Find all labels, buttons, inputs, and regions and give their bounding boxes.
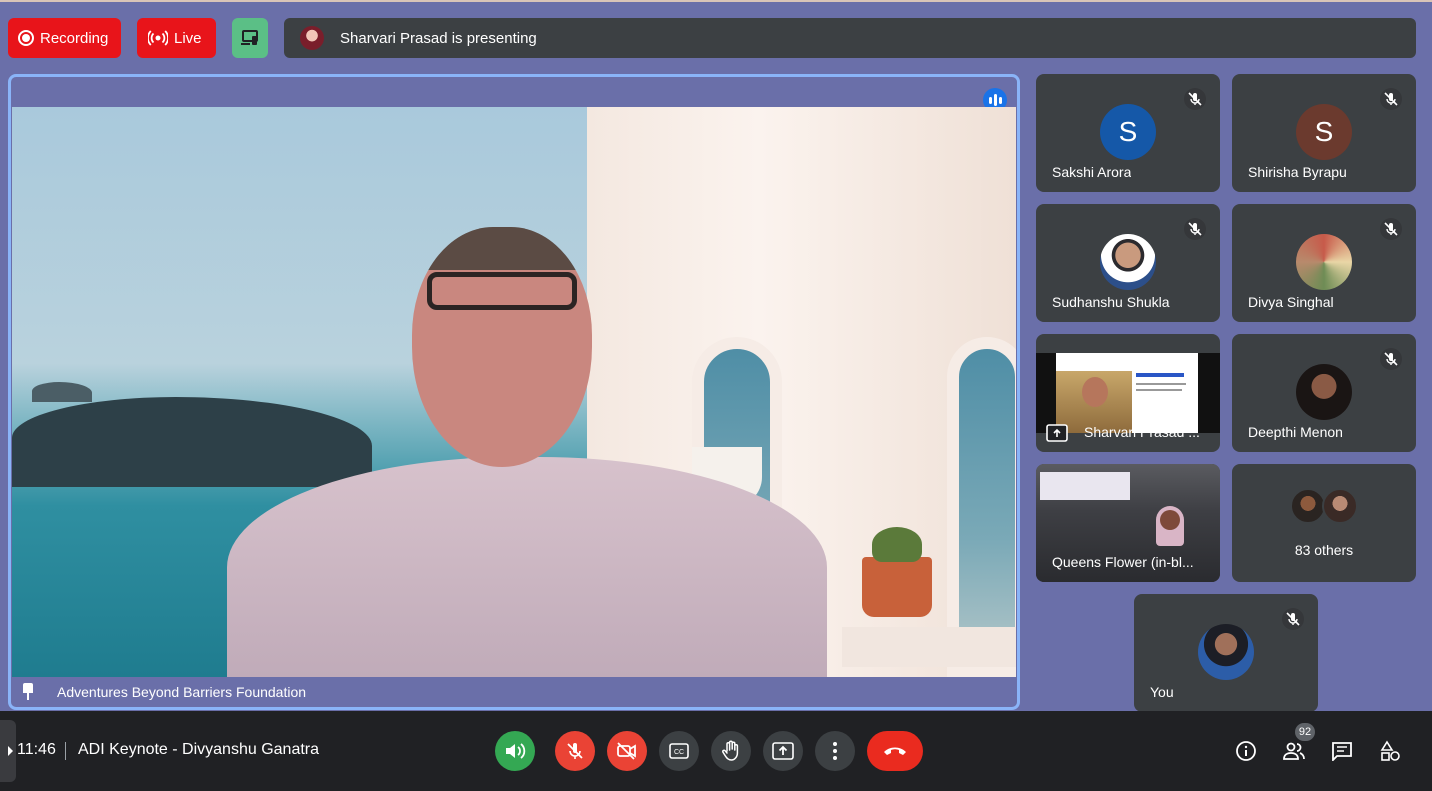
main-stage-caption-text: Adventures Beyond Barriers Foundation xyxy=(57,684,307,700)
info-icon xyxy=(1235,740,1257,762)
camera-off-icon xyxy=(616,741,638,761)
others-count-label: 83 others xyxy=(1294,542,1354,558)
main-stage-caption: Adventures Beyond Barriers Foundation xyxy=(21,683,306,701)
participant-tile[interactable]: Sudhanshu Shukla xyxy=(1036,204,1220,322)
presenter-avatar xyxy=(300,26,324,50)
mic-off-icon xyxy=(1380,348,1402,370)
avatar xyxy=(1322,488,1358,524)
audio-output-button[interactable] xyxy=(495,731,535,771)
mic-off-icon xyxy=(1184,218,1206,240)
activities-button[interactable] xyxy=(1376,737,1404,765)
activities-icon xyxy=(1379,740,1401,762)
participant-tile-presenter[interactable]: Sharvari Prasad ... xyxy=(1036,334,1220,452)
end-call-button[interactable] xyxy=(867,731,923,771)
presentation-thumbnail xyxy=(1036,353,1220,433)
pin-icon[interactable] xyxy=(21,683,35,701)
camera-toggle-button[interactable] xyxy=(607,731,647,771)
meeting-title: ADI Keynote - Divyanshu Ganatra xyxy=(78,741,320,758)
cast-icon xyxy=(240,29,260,47)
recording-indicator[interactable]: Recording xyxy=(8,18,121,58)
side-panel-handle[interactable] xyxy=(0,720,16,782)
mic-off-icon xyxy=(1380,218,1402,240)
present-screen-icon xyxy=(1046,424,1068,442)
avatar xyxy=(1296,364,1352,420)
mic-off-icon xyxy=(1380,88,1402,110)
live-label: Live xyxy=(174,29,202,47)
avatar xyxy=(1100,234,1156,290)
people-icon xyxy=(1282,741,1306,761)
present-now-icon xyxy=(772,742,794,760)
present-now-button[interactable] xyxy=(763,731,803,771)
avatar xyxy=(1198,624,1254,680)
self-tile[interactable]: You xyxy=(1134,594,1318,712)
recording-label: Recording xyxy=(40,29,109,47)
divider xyxy=(65,742,66,760)
participant-tile[interactable]: Queens Flower (in-bl... xyxy=(1036,464,1220,582)
end-call-icon xyxy=(882,745,908,757)
mic-off-icon xyxy=(1184,88,1206,110)
cast-button[interactable] xyxy=(232,18,268,58)
participant-name: Divya Singhal xyxy=(1248,294,1334,310)
presenting-banner: Sharvari Prasad is presenting xyxy=(284,18,1416,58)
avatar xyxy=(1290,488,1326,524)
raise-hand-button[interactable] xyxy=(711,731,751,771)
participant-name: You xyxy=(1150,684,1174,700)
participant-tile[interactable]: Divya Singhal xyxy=(1232,204,1416,322)
captions-icon: CC xyxy=(669,743,689,759)
participant-tile[interactable]: Deepthi Menon xyxy=(1232,334,1416,452)
presenting-text: Sharvari Prasad is presenting xyxy=(340,29,537,47)
avatar: S xyxy=(1296,104,1352,160)
participant-name: Sakshi Arora xyxy=(1052,164,1132,180)
participant-name: Queens Flower (in-bl... xyxy=(1052,554,1194,570)
participant-name: Sharvari Prasad ... xyxy=(1084,424,1200,440)
window-top-border xyxy=(0,0,1432,2)
more-options-icon xyxy=(832,741,838,761)
microphone-toggle-button[interactable] xyxy=(555,731,595,771)
clock: 11:46 xyxy=(17,741,56,758)
meeting-info-button[interactable] xyxy=(1232,737,1260,765)
others-tile[interactable]: 83 others xyxy=(1232,464,1416,582)
participant-tile[interactable]: S Shirisha Byrapu xyxy=(1232,74,1416,192)
people-button[interactable] xyxy=(1280,737,1308,765)
avatar: S xyxy=(1100,104,1156,160)
participant-name: Sudhanshu Shukla xyxy=(1052,294,1170,310)
participant-name: Shirisha Byrapu xyxy=(1248,164,1347,180)
mic-off-icon xyxy=(565,741,585,761)
chat-icon xyxy=(1331,741,1353,761)
avatar xyxy=(1296,234,1352,290)
svg-text:CC: CC xyxy=(674,749,684,756)
record-icon xyxy=(18,30,34,46)
speaker-video xyxy=(12,107,1016,677)
chat-button[interactable] xyxy=(1328,737,1356,765)
volume-icon xyxy=(504,741,526,761)
more-options-button[interactable] xyxy=(815,731,855,771)
participant-tile[interactable]: S Sakshi Arora xyxy=(1036,74,1220,192)
captions-button[interactable]: CC xyxy=(659,731,699,771)
live-broadcast-icon xyxy=(148,30,168,46)
main-speaker-stage[interactable]: Adventures Beyond Barriers Foundation xyxy=(8,74,1020,710)
raise-hand-icon xyxy=(721,740,741,762)
live-indicator[interactable]: Live xyxy=(137,18,216,58)
people-count-badge: 92 xyxy=(1295,723,1315,741)
participant-name: Deepthi Menon xyxy=(1248,424,1343,440)
mic-off-icon xyxy=(1282,608,1304,630)
